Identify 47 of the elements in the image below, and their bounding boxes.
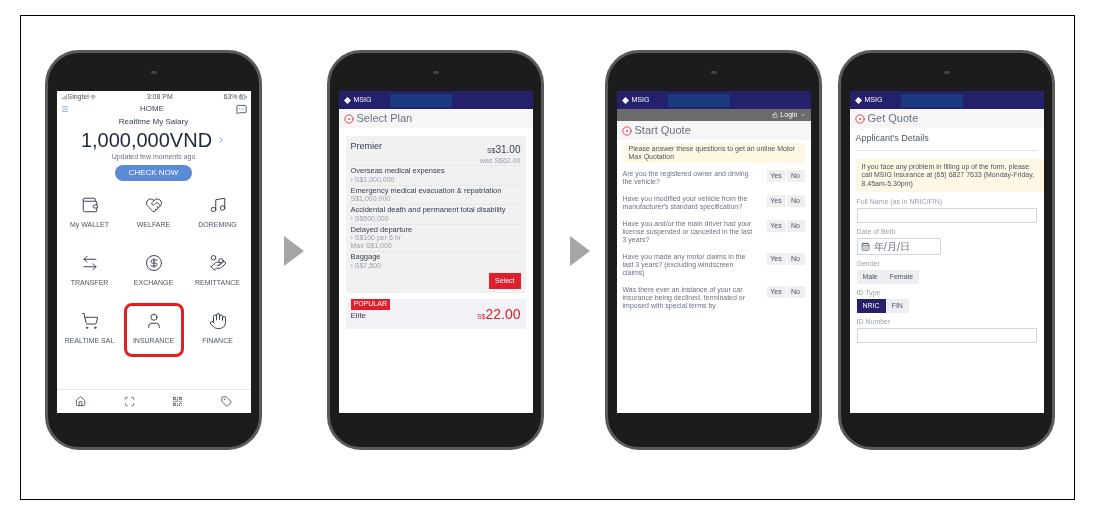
battery-icon	[238, 92, 247, 101]
page-title: Select Plan	[356, 111, 413, 127]
music-notes-icon	[208, 196, 227, 215]
home-icon[interactable]	[75, 396, 87, 407]
scan-icon[interactable]	[123, 396, 135, 407]
logo-icon	[621, 96, 629, 104]
qr-code-icon[interactable]	[172, 396, 184, 407]
logo-icon	[343, 96, 351, 104]
salary-amount: 1,000,000VND	[80, 128, 213, 152]
heart-handshake-icon	[144, 196, 163, 215]
input-field[interactable]	[856, 208, 1037, 223]
menu-icon[interactable]	[60, 105, 69, 113]
cart-icon	[80, 312, 99, 331]
arrow-icon	[284, 236, 304, 266]
speaker-icon	[710, 70, 717, 74]
tag-icon[interactable]	[220, 396, 232, 407]
salary-label: Realtime My Salary	[117, 116, 190, 128]
input-field[interactable]	[856, 328, 1037, 343]
caret-icon	[799, 112, 806, 118]
header-block	[668, 93, 731, 107]
calendar-icon	[860, 242, 870, 251]
speaker-icon	[432, 70, 439, 74]
target-icon	[621, 125, 632, 136]
target-icon	[343, 113, 354, 124]
header-block	[901, 93, 964, 107]
hand-icon	[208, 312, 227, 331]
section-title: Applicant's Details	[855, 132, 1038, 151]
screen-title: HOME	[140, 103, 164, 115]
wifi-icon	[89, 93, 96, 100]
header-block	[390, 93, 453, 107]
lock-icon	[772, 112, 779, 118]
two-arrows-icon	[80, 254, 99, 273]
plan-name: Premier	[350, 140, 382, 153]
dollar-hand-icon	[208, 254, 227, 273]
plan-name: Elite	[350, 309, 367, 322]
speaker-icon	[943, 70, 950, 74]
logo-icon	[854, 96, 862, 104]
page-title: Get Quote	[867, 111, 919, 127]
date-field[interactable]: 年/月/日	[856, 238, 941, 255]
arrow-icon	[570, 236, 590, 266]
page-title: Start Quote	[634, 123, 691, 139]
target-icon	[854, 113, 865, 124]
coin-icon	[144, 254, 163, 273]
signal-icon	[60, 93, 67, 100]
chat-icon[interactable]	[235, 103, 247, 115]
wallet-icon	[80, 196, 99, 215]
speaker-icon	[150, 70, 157, 74]
